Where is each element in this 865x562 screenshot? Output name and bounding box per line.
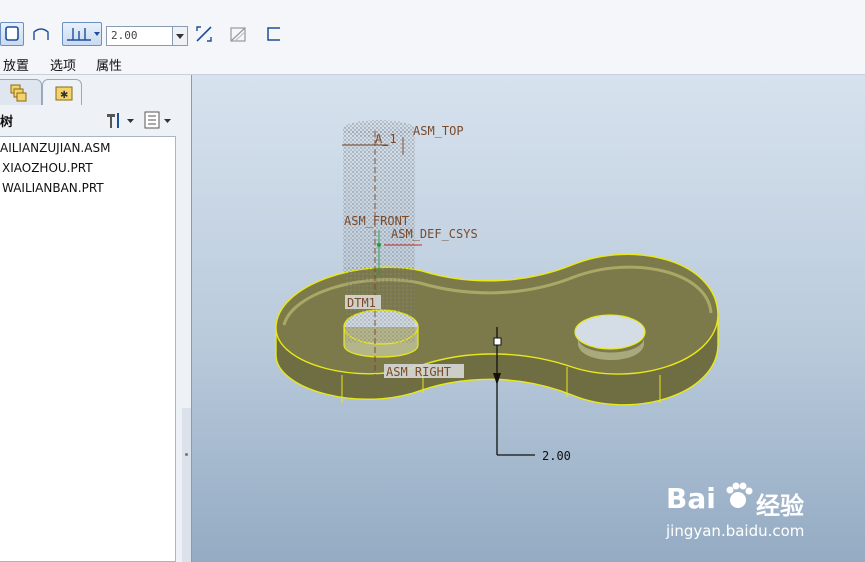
tab-model-tree[interactable] — [0, 79, 42, 105]
paw-icon — [726, 482, 753, 508]
chevron-down-icon — [176, 34, 184, 39]
remove-material-button[interactable] — [226, 22, 250, 46]
tree-item-assembly[interactable]: AILIANZUJIAN.ASM — [0, 141, 110, 155]
depth-option-button[interactable] — [62, 22, 102, 46]
thicken-sketch-button[interactable] — [262, 22, 286, 46]
tree-item-part[interactable]: XIAOZHOU.PRT — [2, 161, 93, 175]
model-tree-icon — [10, 84, 27, 102]
tab-placement[interactable]: 放置 — [3, 55, 29, 74]
tools-icon — [107, 113, 134, 128]
favorites-folder-icon: ✱ — [55, 86, 73, 101]
flip-direction-icon — [196, 26, 212, 42]
solid-button[interactable] — [0, 22, 24, 46]
surface-icon — [33, 28, 49, 40]
list-options-icon — [144, 111, 171, 129]
watermark-brand-tail: 经验 — [756, 492, 804, 520]
watermark-url: jingyan.baidu.com — [666, 522, 805, 540]
navigator-panel: ✱ 树 AILIANZUJIAN.ASM XIAOZHOU.PRT WAILIA — [0, 75, 191, 562]
chevron-down-icon — [164, 119, 171, 123]
baidu-jingyan-watermark: Bai 经验 jingyan.baidu.com — [660, 478, 860, 548]
chevron-down-icon — [127, 119, 134, 123]
chevron-down-icon — [94, 32, 100, 36]
datum-label-axis[interactable]: A_1 — [375, 132, 397, 146]
dashboard-toolbar: 2.00 — [0, 0, 865, 52]
tab-favorites[interactable]: ✱ — [42, 79, 82, 105]
model-tree-header: 树 — [0, 105, 191, 135]
show-options-button[interactable] — [143, 109, 175, 131]
surface-button[interactable] — [28, 22, 54, 46]
tree-item-part[interactable]: WAILIANBAN.PRT — [2, 181, 104, 195]
watermark-brand: Bai — [666, 482, 716, 515]
blind-depth-icon — [67, 28, 100, 41]
datum-label-top[interactable]: ASM_TOP — [413, 124, 464, 138]
remove-material-icon — [230, 27, 246, 42]
model-tree: AILIANZUJIAN.ASM XIAOZHOU.PRT WAILIANBAN… — [0, 136, 176, 562]
navigator-tabs: ✱ — [0, 75, 191, 105]
flip-direction-button[interactable] — [192, 22, 214, 46]
panel-resize-handle[interactable] — [182, 408, 191, 562]
datum-label-front[interactable]: ASM_FRONT — [344, 214, 409, 228]
solid-icon — [5, 26, 19, 41]
tab-options[interactable]: 选项 — [50, 55, 76, 74]
datum-label-csys[interactable]: ASM_DEF_CSYS — [391, 227, 478, 241]
datum-label-dtm[interactable]: DTM1 — [347, 296, 376, 310]
tab-properties[interactable]: 属性 — [96, 55, 122, 74]
model-tree-title: 树 — [0, 115, 14, 130]
depth-value: 2.00 — [111, 29, 138, 42]
dashboard-tab-bar: 放置 选项 属性 — [0, 52, 865, 75]
depth-dropdown-arrow[interactable] — [172, 27, 187, 45]
depth-dimension-label[interactable]: 2.00 — [542, 449, 571, 463]
datum-label-right[interactable]: ASM_RIGHT — [386, 365, 451, 379]
depth-value-input[interactable]: 2.00 — [106, 26, 188, 46]
thicken-sketch-icon — [267, 27, 280, 41]
svg-text:✱: ✱ — [60, 90, 68, 101]
tree-settings-button[interactable] — [104, 109, 136, 131]
